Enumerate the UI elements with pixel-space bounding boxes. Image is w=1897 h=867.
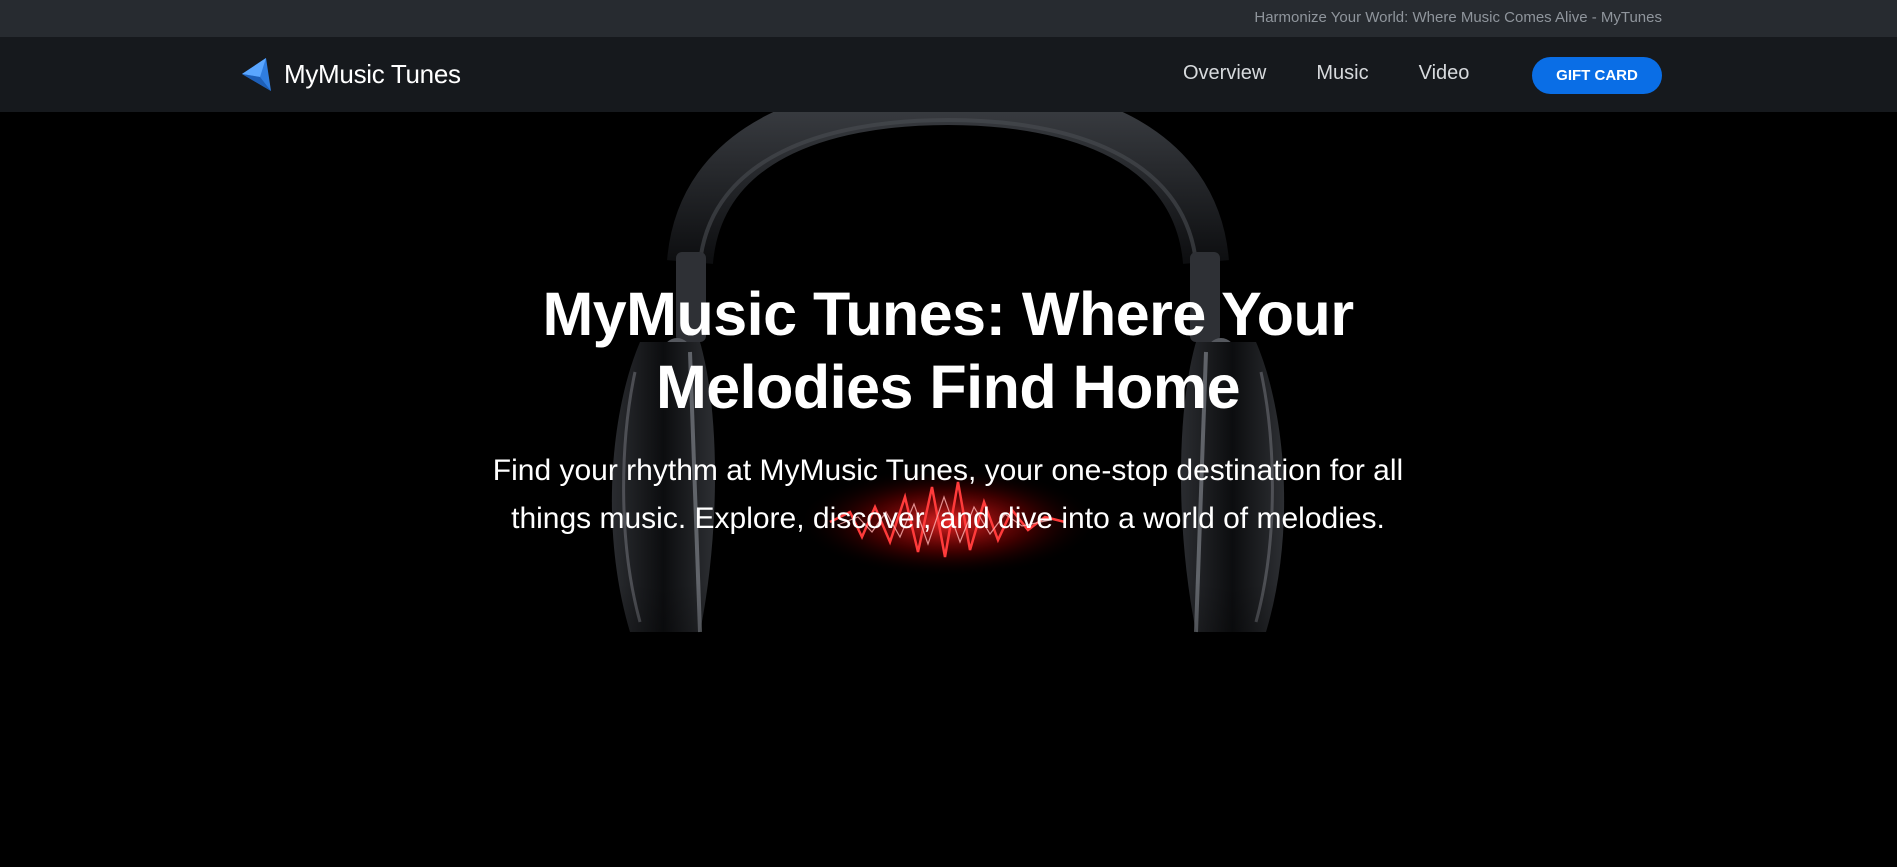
gift-card-button[interactable]: GIFT CARD [1532,57,1662,94]
hero-section: MyMusic Tunes: Where Your Melodies Find … [0,112,1897,867]
nav-link-video[interactable]: Video [1419,62,1470,85]
brand-name: MyMusic Tunes [284,58,461,89]
primary-nav: Overview Music Video [1183,62,1469,85]
main-navbar: MyMusic Tunes Overview Music Video GIFT … [0,37,1897,112]
nav-link-music[interactable]: Music [1316,62,1368,85]
hero-subtitle: Find your rhythm at MyMusic Tunes, your … [492,454,1404,535]
site-tagline: Harmonize Your World: Where Music Comes … [1254,9,1662,26]
brand-logo-link[interactable]: MyMusic Tunes [236,55,461,93]
play-triangle-logo-icon [242,58,271,91]
nav-link-overview[interactable]: Overview [1183,62,1266,85]
top-announcement-bar: Harmonize Your World: Where Music Comes … [0,0,1897,37]
hero-title: MyMusic Tunes: Where Your Melodies Find … [542,280,1354,421]
